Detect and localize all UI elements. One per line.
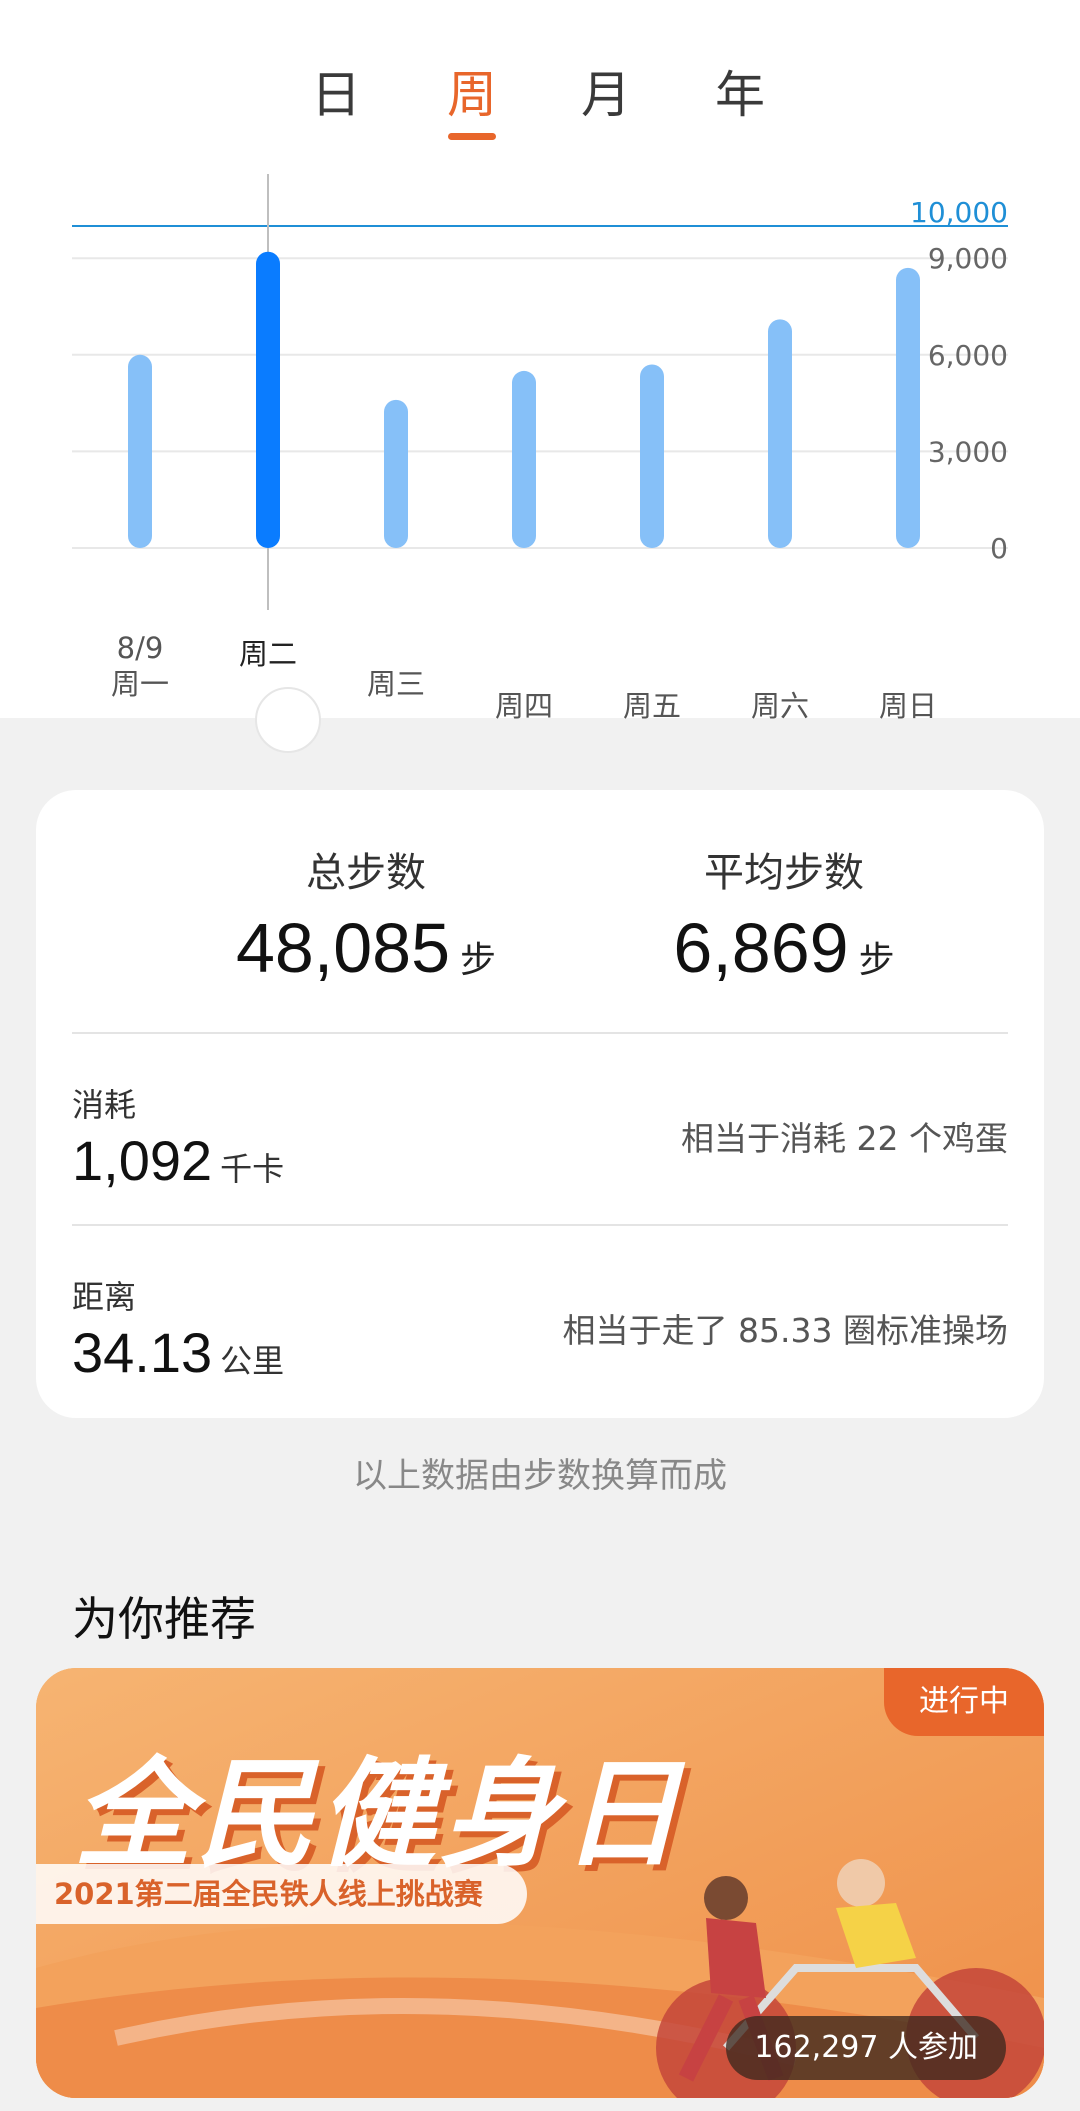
fitness-day-banner[interactable]: 全民健身日 2021第二届全民铁人线上挑战赛 进行中 162,297 人参加 [36,1668,1044,2098]
y-tick-label: 6,000 [928,339,1008,372]
average-steps: 平均步数 6,869 步 [584,840,984,988]
total-steps-title: 总步数 [306,850,426,896]
y-tick-label: 0 [990,532,1008,565]
day-label[interactable]: 周五 [623,689,681,720]
calorie-unit: 千卡 [220,1151,285,1187]
participants-count: 162,297 人参加 [726,2016,1006,2080]
bar-5[interactable] [640,364,664,548]
bar-2[interactable] [256,251,280,548]
y-tick-label: 9,000 [928,242,1008,275]
recommend-title: 为你推荐 [72,1592,256,1646]
day-label[interactable]: 周日 [879,689,937,720]
average-steps-title: 平均步数 [704,850,864,896]
calorie-note: 相当于消耗 22 个鸡蛋 [681,1119,1008,1158]
bar-3[interactable] [384,399,408,548]
day-label[interactable]: 周二 [239,637,297,671]
data-footnote: 以上数据由步数换算而成 [353,1456,727,1496]
day-label[interactable]: 周四 [495,689,553,720]
tab-month[interactable]: 月 [566,55,646,127]
date-label: 8/9 [117,631,164,665]
bar-6[interactable] [768,319,792,548]
bar-4[interactable] [512,370,536,548]
bar-7[interactable] [896,267,920,548]
tab-year[interactable]: 年 [700,55,780,127]
banner-subtitle: 2021第二届全民铁人线上挑战赛 [36,1864,527,1924]
total-steps-value: 48,085 步 [235,909,497,987]
bar-1[interactable] [128,354,152,548]
divider [72,1032,1008,1034]
total-steps-unit: 步 [460,939,497,980]
tab-week[interactable]: 周 [432,55,512,127]
day-label[interactable]: 周六 [751,689,809,720]
stats-card: 总步数 48,085 步 平均步数 6,869 步 消耗 1,092 千卡 相当于消耗… [36,790,1044,1418]
tab-day[interactable]: 日 [296,55,376,127]
goal-label: 10,000 [910,196,1008,229]
weekly-steps-chart[interactable]: 0 3,000 6,000 9,000 10,000 周一8/9 周二周三周四 周五 周六 周日 [0,160,1080,720]
distance-row: 距离 34.13 公里 相当于走了 85.33 圈标准操场 [72,1272,1008,1385]
day-label[interactable]: 周三 [367,667,425,701]
distance-unit: 公里 [220,1343,285,1379]
distance-note: 相当于走了 85.33 圈标准操场 [562,1311,1008,1350]
divider [72,1224,1008,1226]
tab-active-indicator [448,133,496,140]
calorie-row: 消耗 1,092 千卡 相当于消耗 22 个鸡蛋 [72,1080,1008,1193]
y-tick-label: 3,000 [928,435,1008,468]
total-steps: 总步数 48,085 步 [166,840,566,988]
period-tabs: 日 周 月 年 [0,55,1080,155]
average-steps-unit: 步 [858,939,895,980]
status-badge: 进行中 [884,1668,1044,1736]
day-label[interactable]: 周一 [111,667,169,701]
average-steps-value: 6,869 步 [673,909,895,987]
